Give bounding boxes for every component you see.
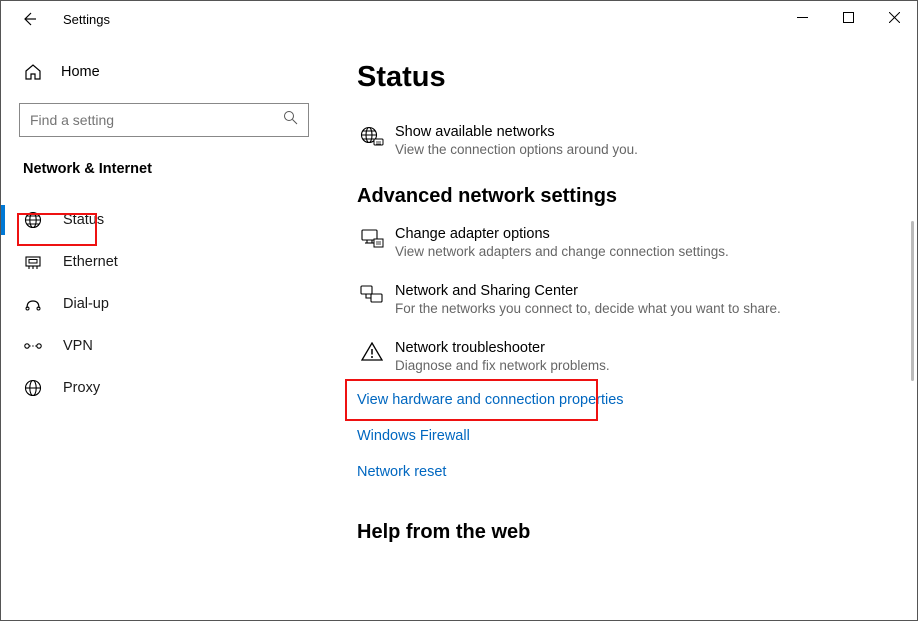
globe-network-icon [357,124,387,157]
option-title: Change adapter options [395,226,729,242]
window-controls [779,1,917,33]
option-title: Network troubleshooter [395,340,610,356]
home-button[interactable]: Home [1,53,327,91]
option-desc: View the connection options around you. [395,142,638,157]
advanced-heading: Advanced network settings [357,185,887,208]
search-input[interactable] [30,112,283,128]
page-title: Status [357,61,887,94]
sidebar-item-label: Proxy [63,380,100,396]
change-adapter-options[interactable]: Change adapter options View network adap… [357,226,887,259]
sidebar-item-ethernet[interactable]: Ethernet [1,241,327,283]
sidebar-item-status[interactable]: Status [1,199,327,241]
network-troubleshooter[interactable]: Network troubleshooter Diagnose and fix … [357,340,887,373]
minimize-button[interactable] [779,1,825,33]
home-icon [23,63,43,81]
sidebar-item-label: VPN [63,338,93,354]
search-icon [283,110,298,130]
globe-icon [23,211,43,229]
nav-list: Status Ethernet Dial-up VPN [1,199,327,409]
window-title: Settings [63,12,110,27]
network-sharing-center[interactable]: Network and Sharing Center For the netwo… [357,283,887,316]
link-text[interactable]: View hardware and connection properties [357,392,624,408]
sidebar-item-label: Status [63,212,104,228]
option-desc: Diagnose and fix network problems. [395,358,610,373]
link-windows-firewall[interactable]: Windows Firewall [357,427,887,445]
link-text[interactable]: Windows Firewall [357,428,470,444]
adapter-icon [357,226,387,259]
main-content: Status Show available networks View the … [327,37,917,620]
close-button[interactable] [871,1,917,33]
titlebar: Settings [1,1,917,37]
sharing-icon [357,283,387,316]
sidebar-item-vpn[interactable]: VPN [1,325,327,367]
option-desc: View network adapters and change connect… [395,244,729,259]
show-available-networks[interactable]: Show available networks View the connect… [357,124,887,157]
search-input-container[interactable] [19,103,309,137]
sidebar-item-label: Ethernet [63,254,118,270]
scrollbar-thumb[interactable] [911,221,914,381]
help-heading: Help from the web [357,521,887,544]
sidebar-item-proxy[interactable]: Proxy [1,367,327,409]
maximize-button[interactable] [825,1,871,33]
vpn-icon [23,339,43,353]
proxy-icon [23,379,43,397]
category-heading: Network & Internet [1,149,327,187]
sidebar: Home Network & Internet Status Ether [1,37,327,620]
dialup-icon [23,295,43,313]
option-title: Show available networks [395,124,638,140]
link-text[interactable]: Network reset [357,464,446,480]
option-desc: For the networks you connect to, decide … [395,301,781,316]
back-button[interactable] [19,9,39,29]
sidebar-item-label: Dial-up [63,296,109,312]
ethernet-icon [23,253,43,271]
sidebar-item-dialup[interactable]: Dial-up [1,283,327,325]
warning-icon [357,340,387,373]
home-label: Home [61,64,100,80]
link-hardware-properties[interactable]: View hardware and connection properties [357,391,887,409]
option-title: Network and Sharing Center [395,283,781,299]
link-network-reset[interactable]: Network reset [357,463,887,481]
